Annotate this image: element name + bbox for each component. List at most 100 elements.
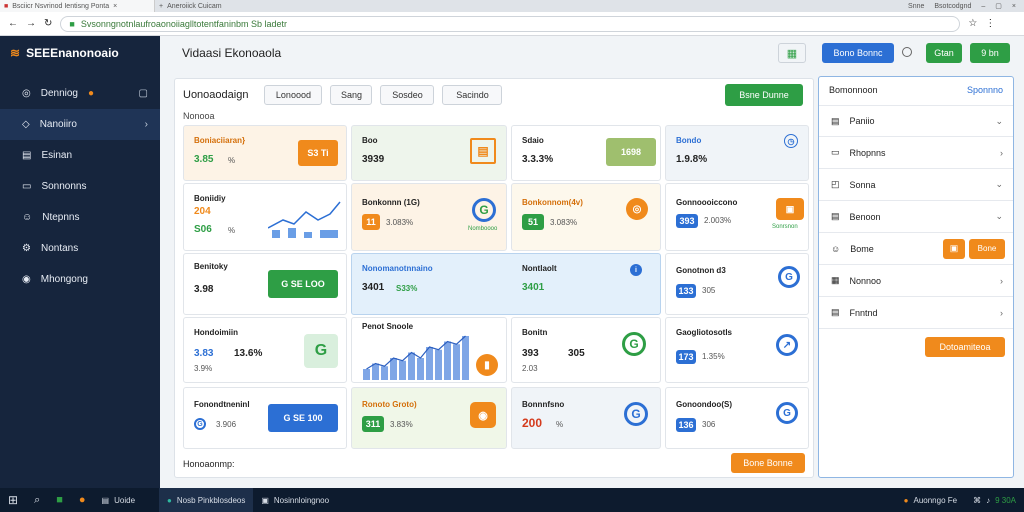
header-primary-button[interactable]: Bono Bonnc <box>822 43 894 63</box>
filter-button-2[interactable]: Sang <box>330 85 373 105</box>
value-badge: 51 <box>522 214 544 230</box>
back-icon[interactable]: ← <box>8 18 18 29</box>
menu-b[interactable]: Bsotcodgnd <box>934 3 971 10</box>
right-row[interactable]: ▦ Nonnoo › <box>819 265 1013 297</box>
metric-card[interactable]: Boo 3939 ▤ <box>351 125 507 181</box>
sidebar-item-ntepnns[interactable]: ☺ Ntepnns <box>0 202 160 233</box>
metric-card[interactable]: Sdaio 3.3.3% 1698 <box>511 125 661 181</box>
right-row[interactable]: ◰ Sonna ⌄ <box>819 169 1013 201</box>
panel-action-button[interactable]: Bsne Dunne <box>725 84 803 106</box>
chart-bar <box>417 358 424 380</box>
menu-a[interactable]: Snne <box>908 3 924 10</box>
minimize-icon[interactable]: – <box>981 3 985 10</box>
browser-tab-bar: ■ Bsciicr Nsvrinod Ientisng Ponta × + Anero… <box>0 0 1024 12</box>
search-icon[interactable]: ⌕ <box>26 488 48 512</box>
metric-card[interactable]: Ronoto Groto) 311 3.83% ◉ <box>351 387 507 449</box>
orange-row-button[interactable]: Bone <box>969 238 1005 259</box>
taskbar-item-d[interactable]: ● Auonngo Fe <box>896 488 965 512</box>
metric-card[interactable]: Hondoimiin 3.83 3.9% 13.6% G <box>183 317 347 383</box>
header-green-button[interactable]: Gtan <box>926 43 962 63</box>
chevron-down-icon: ⌄ <box>995 211 1003 221</box>
teal-icon: ● <box>167 495 172 505</box>
right-panel-title: Bomonnoon <box>829 85 878 95</box>
circle-icon: ◎ <box>22 88 31 99</box>
green-action-pill[interactable]: G SE LOO <box>268 270 338 298</box>
filter-button-1[interactable]: Lonoood <box>264 85 323 105</box>
right-row[interactable]: ▤ Fnntnd › <box>819 297 1013 329</box>
forward-icon[interactable]: → <box>26 18 36 29</box>
calendar-icon[interactable]: ▦ <box>778 43 806 63</box>
filter-button-4[interactable]: Sacindo <box>442 85 503 105</box>
chart-bar <box>435 349 442 380</box>
chart-bar <box>453 344 460 380</box>
metric-card[interactable]: Bonkonnom(4v) 51 3.083% ◎ <box>511 183 661 251</box>
right-row[interactable]: ☺ Bome ▣ Bone <box>819 233 1013 265</box>
reload-icon[interactable]: ↻ <box>44 18 52 29</box>
browser-tab[interactable]: ■ Bsciicr Nsvrinod Ientisng Ponta × <box>0 0 155 12</box>
chart-bar <box>462 336 469 380</box>
chart-card[interactable]: Boniidiy 204 S06 % <box>183 183 347 251</box>
right-row[interactable]: ▤ Benoon ⌄ <box>819 201 1013 233</box>
highlight-card[interactable]: Nonomanotnnaino 3401 S33% Nontlaolt 3401… <box>351 253 661 315</box>
metric-card[interactable]: Bonkonnn (1G) 11 3.083% G Nomboooo <box>351 183 507 251</box>
metric-card[interactable]: Gaogliotosotls 173 1.35% ↗ <box>665 317 809 383</box>
header-green-button-2[interactable]: 9 bn <box>970 43 1010 63</box>
sidebar-item-sonnonns[interactable]: ▭ Sonnonns <box>0 171 160 202</box>
chevron-right-icon: › <box>1000 307 1003 318</box>
right-panel-link[interactable]: Sponnno <box>967 85 1003 95</box>
metric-card[interactable]: Bonitn 393 305 2.03 G <box>511 317 661 383</box>
badge-dot: ● <box>88 88 95 99</box>
bar-chart-card[interactable]: Penot Snoole ▮ <box>351 317 507 383</box>
metric-card[interactable]: Bondo 1.9.8% ◷ <box>665 125 809 181</box>
metric-card[interactable]: Fonondtneninl G 3.906 G SE 100 <box>183 387 347 449</box>
app-orange-icon[interactable]: ● <box>71 488 94 512</box>
right-row[interactable]: ▭ Rhopnns › <box>819 137 1013 169</box>
chart-bar <box>408 352 415 380</box>
url-field[interactable]: ■ Svsonngnotnlaufroaonoiiaglltotentfaninb… <box>60 15 961 32</box>
sidebar-item-mhongong[interactable]: ◉ Mhongong <box>0 264 160 295</box>
system-tray[interactable]: ⌘ ♪ 9 30A <box>965 488 1024 512</box>
g-ring-icon: G <box>622 332 646 356</box>
sidebar-item-nanoiiro[interactable]: ◇ Nanoiiro › <box>0 109 160 140</box>
footer-action-button[interactable]: Bone Bonne <box>731 453 805 473</box>
metric-card[interactable]: Benitoky 3.98 G SE LOO <box>183 253 347 315</box>
taskbar-item-c[interactable]: ▣ Nosinnloingnoo <box>253 488 337 512</box>
g-badge-icon: G <box>304 334 338 368</box>
plus-icon[interactable]: + <box>159 3 163 10</box>
blue-action-pill[interactable]: G SE 100 <box>268 404 338 432</box>
refresh-icon: G <box>778 266 800 288</box>
sidebar-item-nontans[interactable]: ⚙ Nontans <box>0 233 160 264</box>
app-logo: ≋ SEEEnanonoaio <box>10 46 119 60</box>
metric-card[interactable]: Bonnnfsno 200 % G <box>511 387 661 449</box>
browser-tab-2[interactable]: + Aneroiick Cuicam <box>155 0 265 12</box>
metric-card[interactable]: Boniaciiaran} 3.85 % S3 Ti <box>183 125 347 181</box>
panel-subtitle: Nonooa <box>183 111 215 121</box>
g-small-icon: G <box>194 418 206 430</box>
taskbar-item-a[interactable]: ▤ Uoide <box>94 488 143 512</box>
maximize-icon[interactable]: ▢ <box>995 2 1002 10</box>
metric-badge: S3 Ti <box>298 140 338 166</box>
right-row[interactable]: ▤ Paniio ⌄ <box>819 105 1013 137</box>
metric-card[interactable]: Gonnoooiccono 393 2.003% ▣ Sonrsnon <box>665 183 809 251</box>
metric-card[interactable]: Gonotnon d3 133 305 G <box>665 253 809 315</box>
taskbar-item-b[interactable]: ● Nosb Pinkblosdeos <box>159 488 254 512</box>
layers-icon: ▤ <box>831 211 840 221</box>
g-alert-icon: G <box>624 402 648 426</box>
metric-card[interactable]: Gonoondoo(S) 136 306 G <box>665 387 809 449</box>
window-close-icon[interactable]: × <box>1012 3 1016 10</box>
sidebar-item-denniog[interactable]: ◎ Denniog ● ▢ <box>0 78 160 109</box>
sidebar-item-esinan[interactable]: ▤ Esinan <box>0 140 160 171</box>
chevron-down-icon: ⌄ <box>995 115 1003 126</box>
metric-badge: 1698 <box>606 138 656 166</box>
close-icon[interactable]: × <box>113 3 117 10</box>
start-icon[interactable]: ⊞ <box>0 488 26 512</box>
g-logo-icon: G <box>472 198 496 222</box>
filter-button-3[interactable]: Sosdeo <box>380 85 435 105</box>
star-icon[interactable]: ☆ <box>968 18 977 29</box>
menu-icon[interactable]: ⋮ <box>985 18 995 29</box>
app-green-icon[interactable]: ■ <box>48 488 71 512</box>
chart-bar <box>372 363 379 380</box>
right-panel-action-button[interactable]: Dotoamiteoa <box>925 337 1005 357</box>
chart-bar <box>444 341 451 380</box>
orange-icon-button[interactable]: ▣ <box>943 238 965 259</box>
